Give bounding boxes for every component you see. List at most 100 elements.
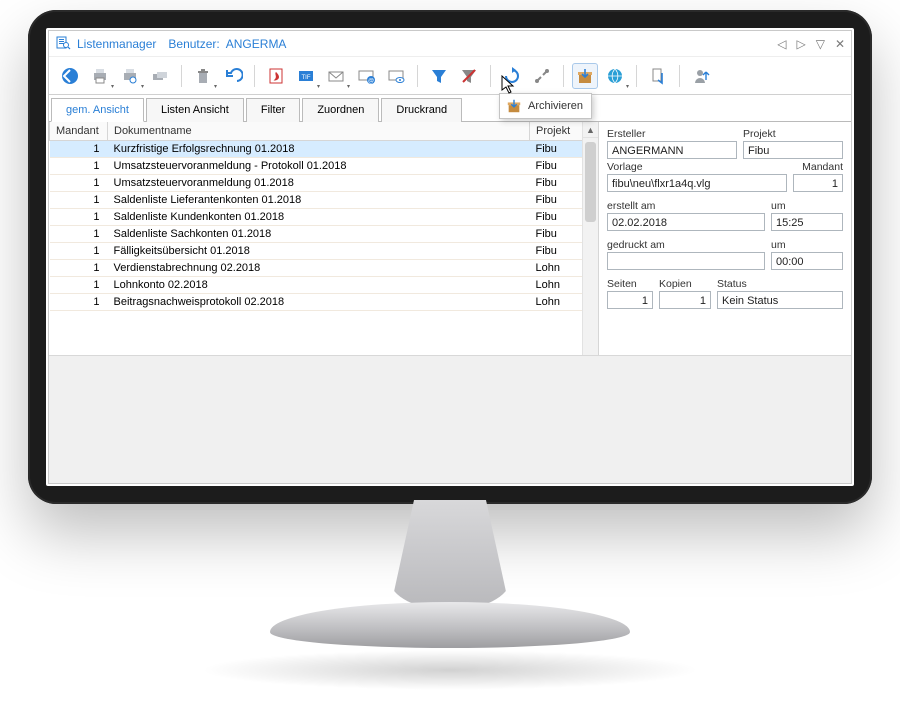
user-name: ANGERMA bbox=[226, 37, 287, 51]
label-vorlage: Vorlage bbox=[607, 161, 787, 173]
svg-text:TIF: TIF bbox=[302, 75, 311, 81]
tif-button[interactable]: TIF ▾ bbox=[293, 63, 319, 89]
label-gedruckt-am: gedruckt am bbox=[607, 239, 765, 251]
home-button[interactable] bbox=[57, 63, 83, 89]
monitor-frame: Listenmanager Benutzer: ANGERMA ◁ ▷ ▽ ✕ bbox=[0, 0, 900, 711]
lower-panel bbox=[49, 355, 851, 483]
documents-table: Mandant Dokumentname Projekt 1Kurzfristi… bbox=[49, 122, 598, 311]
table-row[interactable]: 1Fälligkeitsübersicht 01.2018Fibu bbox=[50, 243, 598, 260]
delete-button[interactable]: ▾ bbox=[190, 63, 216, 89]
cell-mandant: 1 bbox=[50, 226, 108, 243]
field-gedruckt-am[interactable] bbox=[607, 252, 765, 270]
archive-button[interactable] bbox=[572, 63, 598, 89]
mouse-cursor bbox=[501, 75, 517, 95]
print-multi-button[interactable] bbox=[147, 63, 173, 89]
print-preview-button[interactable]: ▾ bbox=[117, 63, 143, 89]
cell-mandant: 1 bbox=[50, 158, 108, 175]
cell-dokumentname: Verdienstabrechnung 02.2018 bbox=[108, 260, 530, 277]
field-erstellt-am[interactable]: 02.02.2018 bbox=[607, 213, 765, 231]
label-ersteller: Ersteller bbox=[607, 128, 737, 140]
cell-dokumentname: Umsatzsteuervoranmeldung 01.2018 bbox=[108, 175, 530, 192]
scroll-up-button[interactable]: ▲ bbox=[583, 122, 598, 138]
cell-dokumentname: Beitragsnachweisprotokoll 02.2018 bbox=[108, 294, 530, 311]
label-mandant: Mandant bbox=[793, 161, 843, 173]
nav-right-button[interactable]: ▷ bbox=[796, 37, 805, 51]
field-ersteller[interactable]: ANGERMANN bbox=[607, 141, 737, 159]
mail-view-button[interactable] bbox=[383, 63, 409, 89]
pdf-button[interactable] bbox=[263, 63, 289, 89]
label-projekt: Projekt bbox=[743, 128, 843, 140]
filter-button[interactable] bbox=[426, 63, 452, 89]
app-icon bbox=[55, 34, 71, 53]
label-seiten: Seiten bbox=[607, 278, 653, 290]
nav-left-button[interactable]: ◁ bbox=[777, 37, 786, 51]
cell-dokumentname: Lohnkonto 02.2018 bbox=[108, 277, 530, 294]
user-prefix: Benutzer: bbox=[168, 37, 219, 51]
table-row[interactable]: 1Saldenliste Sachkonten 01.2018Fibu bbox=[50, 226, 598, 243]
cell-dokumentname: Saldenliste Lieferantenkonten 01.2018 bbox=[108, 192, 530, 209]
cell-mandant: 1 bbox=[50, 141, 108, 158]
field-kopien[interactable]: 1 bbox=[659, 291, 711, 309]
monitor-stand bbox=[270, 530, 630, 660]
window-controls: ◁ ▷ ▽ ✕ bbox=[777, 37, 845, 51]
label-erstellt-am: erstellt am bbox=[607, 200, 765, 212]
archive-icon bbox=[506, 98, 522, 114]
tab-filter[interactable]: Filter bbox=[246, 98, 300, 122]
label-status: Status bbox=[717, 278, 843, 290]
field-status[interactable]: Kein Status bbox=[717, 291, 843, 309]
cell-mandant: 1 bbox=[50, 243, 108, 260]
cell-dokumentname: Saldenliste Kundenkonten 01.2018 bbox=[108, 209, 530, 226]
cell-mandant: 1 bbox=[50, 192, 108, 209]
mail-button[interactable]: ▾ bbox=[323, 63, 349, 89]
cell-dokumentname: Umsatzsteuervoranmeldung - Protokoll 01.… bbox=[108, 158, 530, 175]
user-button[interactable] bbox=[688, 63, 714, 89]
field-projekt[interactable]: Fibu bbox=[743, 141, 843, 159]
screen-bezel: Listenmanager Benutzer: ANGERMA ◁ ▷ ▽ ✕ bbox=[28, 10, 872, 504]
archive-tooltip: Archivieren bbox=[499, 93, 592, 119]
cell-dokumentname: Fälligkeitsübersicht 01.2018 bbox=[108, 243, 530, 260]
nav-down-button[interactable]: ▽ bbox=[816, 37, 825, 51]
app-window: Listenmanager Benutzer: ANGERMA ◁ ▷ ▽ ✕ bbox=[48, 30, 852, 484]
table-row[interactable]: 1Kurzfristige Erfolgsrechnung 01.2018Fib… bbox=[50, 141, 598, 158]
table-row[interactable]: 1Saldenliste Lieferantenkonten 01.2018Fi… bbox=[50, 192, 598, 209]
table-row[interactable]: 1Umsatzsteuervoranmeldung 01.2018Fibu bbox=[50, 175, 598, 192]
col-dokumentname[interactable]: Dokumentname bbox=[108, 122, 530, 141]
field-erstellt-um[interactable]: 15:25 bbox=[771, 213, 843, 231]
field-gedruckt-um[interactable]: 00:00 bbox=[771, 252, 843, 270]
close-button[interactable]: ✕ bbox=[835, 37, 845, 51]
col-mandant[interactable]: Mandant bbox=[50, 122, 108, 141]
field-seiten[interactable]: 1 bbox=[607, 291, 653, 309]
label-erstellt-um: um bbox=[771, 200, 843, 212]
field-vorlage[interactable]: fibu\neu\flxr1a4q.vlg bbox=[607, 174, 787, 192]
table-row[interactable]: 1Lohnkonto 02.2018Lohn bbox=[50, 277, 598, 294]
cell-mandant: 1 bbox=[50, 294, 108, 311]
tab-gem-ansicht[interactable]: gem. Ansicht bbox=[51, 98, 144, 122]
cell-mandant: 1 bbox=[50, 175, 108, 192]
table-row[interactable]: 1Beitragsnachweisprotokoll 02.2018Lohn bbox=[50, 294, 598, 311]
label-gedruckt-um: um bbox=[771, 239, 843, 251]
titlebar: Listenmanager Benutzer: ANGERMA ◁ ▷ ▽ ✕ bbox=[49, 31, 851, 57]
cell-mandant: 1 bbox=[50, 277, 108, 294]
field-mandant[interactable]: 1 bbox=[793, 174, 843, 192]
tools-button[interactable] bbox=[529, 63, 555, 89]
tabs: gem. AnsichtListen AnsichtFilterZuordnen… bbox=[49, 97, 851, 122]
tab-druckrand[interactable]: Druckrand bbox=[381, 98, 462, 122]
mail-at-button[interactable]: @ bbox=[353, 63, 379, 89]
tab-listen-ansicht[interactable]: Listen Ansicht bbox=[146, 98, 244, 122]
app-title: Listenmanager bbox=[77, 37, 156, 51]
document-arrow-button[interactable] bbox=[645, 63, 671, 89]
tab-zuordnen[interactable]: Zuordnen bbox=[302, 98, 379, 122]
undo-button[interactable] bbox=[220, 63, 246, 89]
label-kopien: Kopien bbox=[659, 278, 711, 290]
table-row[interactable]: 1Saldenliste Kundenkonten 01.2018Fibu bbox=[50, 209, 598, 226]
scroll-thumb[interactable] bbox=[585, 142, 596, 222]
web-button[interactable]: ▾ bbox=[602, 63, 628, 89]
table-row[interactable]: 1Verdienstabrechnung 02.2018Lohn bbox=[50, 260, 598, 277]
cell-mandant: 1 bbox=[50, 260, 108, 277]
remove-filter-button[interactable] bbox=[456, 63, 482, 89]
print-button[interactable]: ▾ bbox=[87, 63, 113, 89]
cell-mandant: 1 bbox=[50, 209, 108, 226]
svg-text:@: @ bbox=[368, 78, 374, 84]
cell-dokumentname: Saldenliste Sachkonten 01.2018 bbox=[108, 226, 530, 243]
table-row[interactable]: 1Umsatzsteuervoranmeldung - Protokoll 01… bbox=[50, 158, 598, 175]
